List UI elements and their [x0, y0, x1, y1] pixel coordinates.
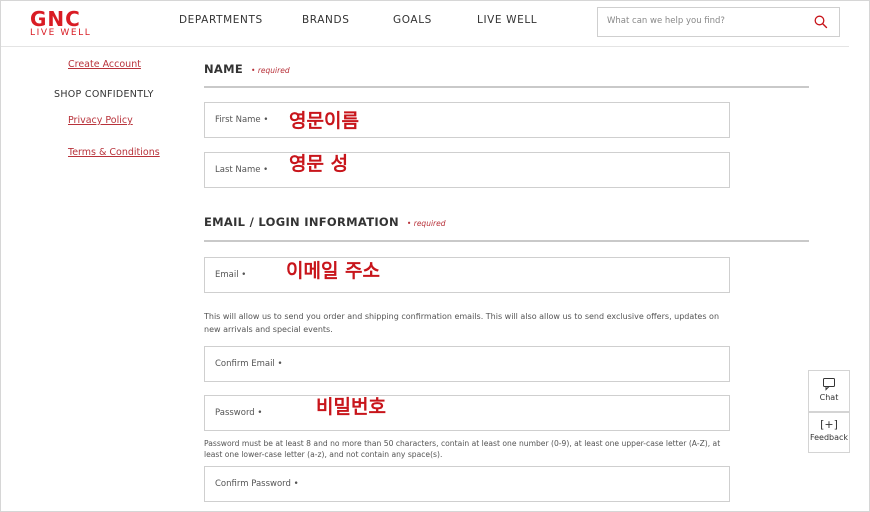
- confirm-email-field[interactable]: Confirm Email •: [204, 346, 730, 382]
- feedback-plus-icon: [+]: [820, 418, 838, 431]
- confirm-password-field[interactable]: Confirm Password •: [204, 466, 730, 502]
- name-section-title: NAME • required: [204, 62, 290, 76]
- last-name-field[interactable]: Last Name •: [204, 152, 730, 188]
- last-name-label: Last Name •: [215, 165, 269, 175]
- page-frame: GNC LIVE WELL DEPARTMENTS BRANDS GOALS L…: [0, 0, 870, 512]
- email-help-text: This will allow us to send you order and…: [204, 312, 720, 334]
- feedback-widget[interactable]: [+] Feedback: [808, 412, 850, 453]
- terms-conditions-link[interactable]: Terms & Conditions: [68, 147, 160, 158]
- last-name-annotation: 영문 성: [289, 153, 349, 175]
- feedback-label: Feedback: [809, 433, 849, 442]
- create-account-link[interactable]: Create Account: [68, 59, 141, 70]
- first-name-annotation: 영문이름: [289, 110, 359, 132]
- logo-tagline: LIVE WELL: [30, 28, 92, 38]
- password-help-text: Password must be at least 8 and no more …: [204, 439, 721, 459]
- nav-brands[interactable]: BRANDS: [302, 14, 349, 26]
- chat-bubble-icon: [823, 378, 835, 391]
- email-label: Email •: [215, 270, 247, 280]
- gnc-logo[interactable]: GNC LIVE WELL: [30, 7, 120, 38]
- password-label: Password •: [215, 408, 263, 418]
- logo-wordmark: GNC: [30, 7, 81, 31]
- confirm-email-label: Confirm Email •: [215, 359, 283, 369]
- password-annotation: 비밀번호: [316, 396, 386, 418]
- search-box: [597, 7, 840, 37]
- required-indicator: • required: [406, 219, 446, 228]
- chat-widget[interactable]: Chat: [808, 370, 850, 412]
- shop-confidently-heading: SHOP CONFIDENTLY: [54, 89, 154, 100]
- first-name-label: First Name •: [215, 115, 269, 125]
- search-input[interactable]: [607, 16, 807, 26]
- required-indicator: • required: [251, 66, 290, 75]
- header-divider: [1, 46, 849, 47]
- email-section-label: EMAIL / LOGIN INFORMATION: [204, 215, 399, 229]
- password-field[interactable]: Password •: [204, 395, 730, 431]
- email-annotation: 이메일 주소: [286, 260, 381, 282]
- section-divider: [204, 86, 809, 88]
- confirm-password-label: Confirm Password •: [215, 479, 299, 489]
- nav-departments[interactable]: DEPARTMENTS: [179, 14, 263, 26]
- chat-label: Chat: [819, 393, 839, 402]
- name-section-label: NAME: [204, 62, 244, 76]
- privacy-policy-link[interactable]: Privacy Policy: [68, 115, 133, 126]
- nav-live-well[interactable]: LIVE WELL: [477, 14, 537, 26]
- search-icon[interactable]: [813, 14, 829, 30]
- section-divider: [204, 240, 809, 242]
- email-section-title: EMAIL / LOGIN INFORMATION • required: [204, 215, 445, 229]
- email-field[interactable]: Email •: [204, 257, 730, 293]
- nav-goals[interactable]: GOALS: [393, 14, 432, 26]
- first-name-field[interactable]: First Name •: [204, 102, 730, 138]
